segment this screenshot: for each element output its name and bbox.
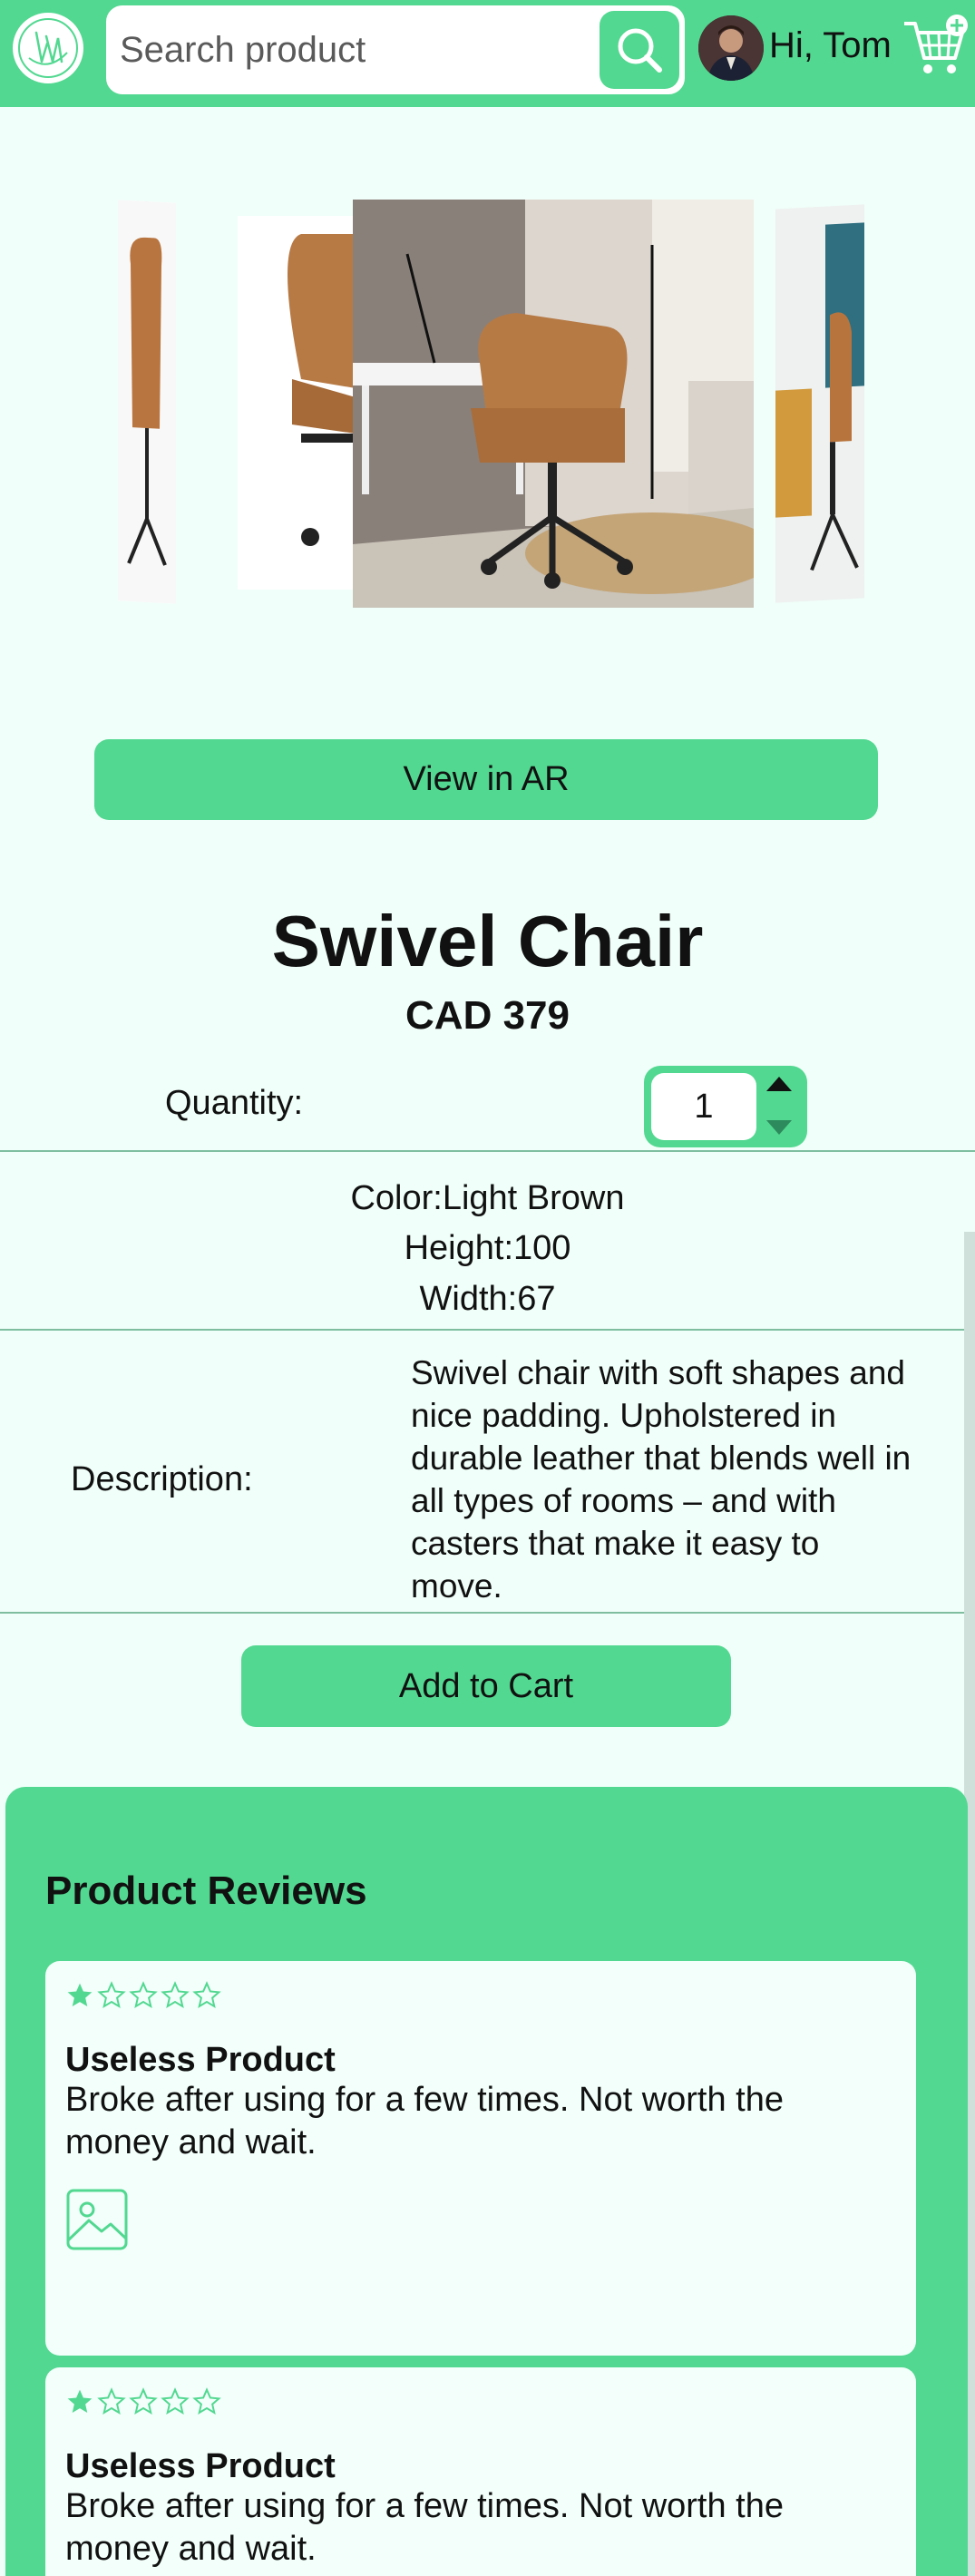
divider	[0, 1329, 975, 1331]
star-empty-icon	[161, 2387, 190, 2415]
review-title: Useless Product	[65, 2447, 336, 2485]
top-bar: Hi, Tom	[0, 0, 975, 107]
star-empty-icon	[129, 1981, 158, 2009]
image-placeholder-icon[interactable]	[65, 2188, 129, 2251]
quantity-increase-icon[interactable]	[766, 1077, 792, 1091]
description-label: Description:	[71, 1460, 253, 1498]
carousel-slide-back-view[interactable]	[775, 204, 864, 603]
search-bar	[106, 5, 685, 94]
divider	[0, 1150, 975, 1152]
carousel-slide-side-view[interactable]	[118, 200, 176, 604]
quantity-label: Quantity:	[165, 1084, 304, 1122]
star-empty-icon	[192, 1981, 221, 2009]
review-title: Useless Product	[65, 2041, 336, 2079]
carousel-slide-room-view[interactable]	[353, 200, 754, 608]
chair-back-image	[775, 204, 864, 603]
star-empty-icon	[161, 1981, 190, 2009]
review-card: Useless Product Broke after using for a …	[45, 1961, 916, 2356]
user-avatar[interactable]	[698, 15, 764, 81]
star-empty-icon	[97, 2387, 126, 2415]
view-in-ar-button[interactable]: View in AR	[94, 739, 878, 820]
star-empty-icon	[97, 1981, 126, 2009]
star-filled-icon	[67, 2389, 93, 2413]
user-greeting[interactable]: Hi, Tom	[769, 25, 892, 66]
review-text: Broke after using for a few times. Not w…	[65, 2487, 785, 2568]
star-filled-icon	[67, 1983, 93, 2006]
quantity-stepper	[644, 1066, 807, 1147]
product-reviews-section: Product Reviews Useless Product Broke af…	[5, 1787, 968, 2576]
star-rating	[65, 2387, 221, 2416]
star-empty-icon	[129, 2387, 158, 2415]
carousel-slide-angle-view[interactable]	[238, 216, 356, 590]
product-price: CAD 379	[405, 993, 570, 1038]
review-text: Broke after using for a few times. Not w…	[65, 2081, 785, 2161]
search-icon	[618, 28, 662, 73]
logo-icon	[18, 18, 78, 78]
add-to-cart-button[interactable]: Add to Cart	[241, 1645, 731, 1727]
reviews-heading: Product Reviews	[45, 1869, 367, 1913]
description-text: Swivel chair with soft shapes and nice p…	[411, 1354, 912, 1605]
avatar-image	[698, 15, 764, 81]
chair-side-image	[118, 200, 176, 604]
search-input[interactable]	[120, 8, 600, 92]
chair-room-image	[353, 200, 754, 608]
chair-angle-image	[238, 216, 356, 590]
spec-height: Height:100	[404, 1229, 571, 1267]
star-empty-icon	[192, 2387, 221, 2415]
product-image-carousel[interactable]	[0, 181, 975, 635]
cart-button[interactable]	[901, 13, 970, 82]
spec-width: Width:67	[419, 1280, 556, 1318]
brand-logo[interactable]	[9, 9, 87, 87]
review-card: Useless Product Broke after using for a …	[45, 2367, 916, 2576]
cart-add-icon	[904, 15, 968, 73]
star-rating	[65, 1981, 221, 2010]
quantity-decrease-icon[interactable]	[766, 1120, 792, 1135]
product-title: Swivel Chair	[271, 901, 704, 981]
divider	[0, 1612, 975, 1614]
search-button[interactable]	[600, 11, 679, 89]
spec-color: Color:Light Brown	[350, 1179, 625, 1217]
quantity-input[interactable]	[651, 1073, 756, 1140]
